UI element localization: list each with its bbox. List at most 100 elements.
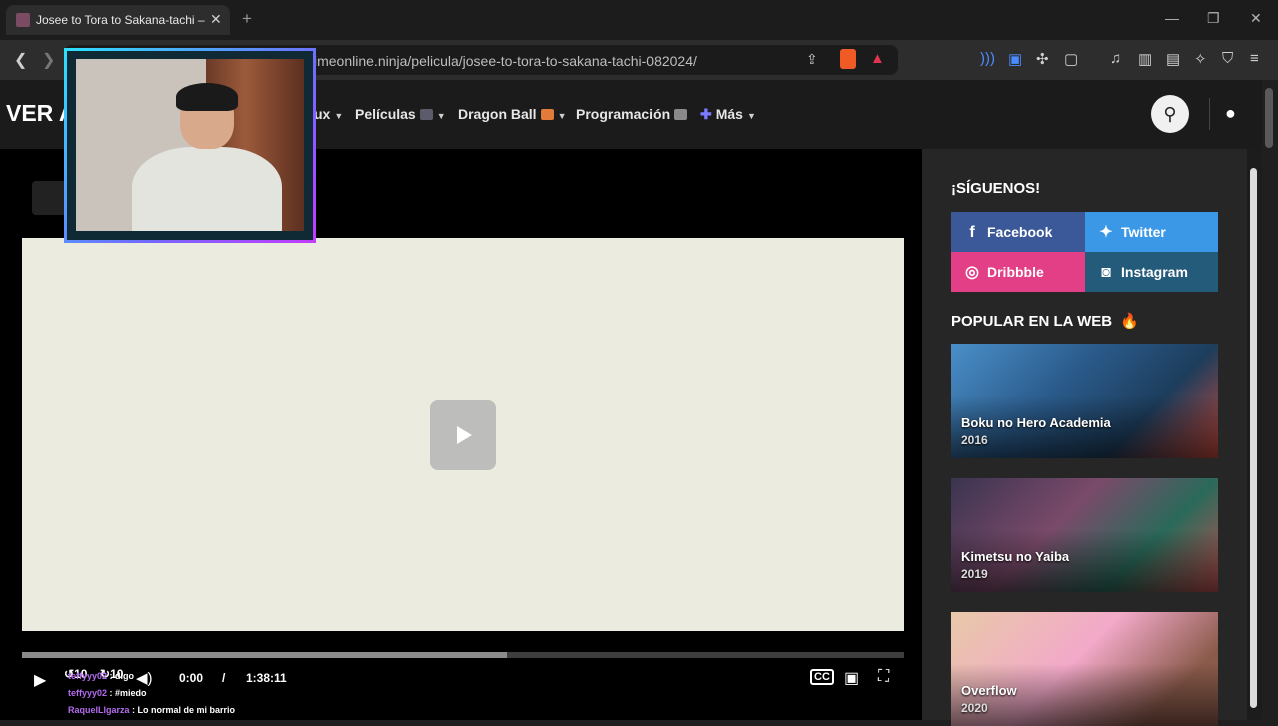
picture-in-picture-icon[interactable]: ▣: [844, 668, 859, 688]
video-progress-fill: [22, 652, 508, 658]
page-scrollbar[interactable]: [1262, 80, 1278, 720]
maximize-button[interactable]: ❐: [1207, 10, 1220, 27]
forward-icon[interactable]: ❯: [42, 50, 55, 70]
chat-user: teffyyy02: [68, 671, 108, 681]
chat-user: teffyyy02: [68, 688, 108, 698]
chat-message: teffyyy02 : #miedo: [68, 688, 147, 698]
dribbble-button[interactable]: ◎ Dribbble: [951, 252, 1085, 292]
tab-title: Josee to Tora to Sakana-tachi – V: [36, 13, 206, 27]
share-icon[interactable]: ⇪: [806, 51, 818, 68]
nav-label: Dragon Ball: [458, 106, 537, 122]
reader-icon[interactable]: ▢: [1064, 50, 1078, 68]
chat-user: RaquelLlgarza: [68, 705, 130, 715]
nav-label: Programación: [576, 106, 671, 122]
popular-year: 2016: [961, 433, 988, 447]
card-shade: [951, 612, 1218, 726]
chat-text: Lo normal de mi barrio: [137, 705, 236, 715]
webcam-feed: [76, 59, 304, 231]
twitter-button[interactable]: ✦ Twitter: [1085, 212, 1218, 252]
nav-item-mas[interactable]: ✚ Más ▼: [700, 106, 756, 123]
dragon-ball-icon: [540, 109, 554, 120]
brave-shield-icon[interactable]: [840, 49, 856, 69]
video-progress-bar[interactable]: [22, 652, 904, 658]
user-icon[interactable]: ●: [1225, 103, 1236, 124]
time-total: 1:38:11: [246, 671, 287, 685]
nav-item-ux[interactable]: ux ▼: [314, 106, 343, 122]
webcam-overlay: [64, 48, 316, 243]
sidebar-scroll-thumb[interactable]: [1250, 168, 1257, 708]
popular-card[interactable]: Boku no Hero Academia 2016: [951, 344, 1218, 458]
social-label: Twitter: [1121, 224, 1166, 240]
volume-icon[interactable]: ◀): [136, 669, 153, 687]
url-text[interactable]: imeonline.ninja/pelicula/josee-to-tora-t…: [314, 53, 697, 69]
chat-text: digo: [115, 671, 135, 681]
dribbble-icon: ◎: [965, 264, 979, 281]
sidebar: ¡SÍGUENOS! f Facebook ✦ Twitter ◎ Dribbble …: [922, 149, 1247, 726]
chat-message: teffyyy02 : digo: [68, 671, 135, 681]
instagram-button[interactable]: ◙ Instagram: [1085, 252, 1218, 292]
card-shade: [951, 478, 1218, 592]
minimize-button[interactable]: —: [1165, 10, 1179, 26]
brave-rewards-icon[interactable]: ▲: [870, 50, 885, 67]
streamer-hair: [176, 83, 238, 111]
music-icon[interactable]: ♫: [1110, 50, 1121, 67]
play-control-icon[interactable]: ▶: [34, 670, 46, 690]
chevron-down-icon: ▼: [436, 111, 446, 121]
social-label: Facebook: [987, 224, 1053, 240]
popular-card[interactable]: Kimetsu no Yaiba 2019: [951, 478, 1218, 592]
time-separator: /: [222, 671, 226, 685]
chevron-down-icon: ▼: [557, 111, 567, 121]
speech-icon[interactable]: ))): [980, 50, 995, 67]
menu-icon[interactable]: ≡: [1250, 50, 1259, 67]
nav-item-peliculas[interactable]: Películas ▼: [355, 106, 446, 122]
wallet-icon[interactable]: ▤: [1166, 50, 1180, 68]
twitter-icon: ✦: [1099, 224, 1113, 241]
player-controls: ▶ ↺10 ↻10 ◀) 0:00 / 1:38:11 CC ▣ ⛶: [22, 663, 904, 697]
chat-message: RaquelLlgarza : Lo normal de mi barrio: [68, 705, 236, 715]
nav-label: Más: [715, 106, 743, 122]
tab-close-icon[interactable]: ✕: [210, 11, 222, 28]
fullscreen-icon[interactable]: ⛶: [878, 668, 889, 686]
chat-text: #miedo: [115, 688, 147, 698]
chevron-down-icon: ▼: [334, 111, 344, 121]
nav-label: ux: [314, 106, 331, 122]
leo-icon[interactable]: ✧: [1194, 50, 1207, 68]
card-shade: [951, 344, 1218, 458]
header-divider: [1209, 98, 1210, 130]
captions-icon[interactable]: CC: [810, 669, 834, 685]
play-button[interactable]: [430, 400, 496, 470]
back-icon[interactable]: ❮: [14, 50, 27, 70]
browser-tab[interactable]: Josee to Tora to Sakana-tachi – V ✕: [6, 5, 230, 35]
popular-title: Kimetsu no Yaiba: [961, 549, 1070, 564]
facebook-icon: f: [969, 224, 975, 241]
extensions-icon[interactable]: ✣: [1036, 50, 1049, 68]
browser-tab-bar: Josee to Tora to Sakana-tachi – V ✕ + — …: [0, 0, 1278, 40]
time-current: 0:00: [179, 671, 204, 685]
popular-title: Overflow: [961, 683, 1017, 698]
nav-item-dragon-ball[interactable]: Dragon Ball ▼: [458, 106, 567, 122]
social-label: Dribbble: [987, 264, 1044, 280]
popular-heading: POPULAR EN LA WEB 🔥: [951, 312, 1139, 330]
close-window-button[interactable]: ✕: [1250, 10, 1262, 27]
facebook-button[interactable]: f Facebook: [951, 212, 1085, 252]
tab-favicon-icon: [16, 13, 30, 27]
popular-title: Boku no Hero Academia: [961, 415, 1111, 430]
translate-icon[interactable]: ▣: [1008, 50, 1022, 68]
search-button[interactable]: ⚲: [1151, 95, 1189, 133]
streamer-body: [132, 147, 282, 231]
nav-item-programacion[interactable]: Programación: [576, 106, 688, 122]
page-scroll-thumb[interactable]: [1265, 88, 1273, 148]
popular-heading-text: POPULAR EN LA WEB: [951, 313, 1113, 330]
instagram-icon: ◙: [1101, 264, 1111, 281]
popular-year: 2019: [961, 567, 988, 581]
vpn-icon[interactable]: ⛉: [1222, 50, 1233, 67]
video-player[interactable]: [22, 238, 904, 631]
fire-icon: 🔥: [1120, 313, 1139, 330]
play-icon: [457, 426, 472, 444]
movie-icon: [419, 109, 433, 120]
sidebar-toggle-icon[interactable]: ▥: [1138, 50, 1152, 68]
search-icon: ⚲: [1163, 104, 1177, 124]
nav-label: Películas: [355, 106, 416, 122]
popular-card[interactable]: Overflow 2020: [951, 612, 1218, 726]
new-tab-button[interactable]: +: [242, 9, 252, 29]
